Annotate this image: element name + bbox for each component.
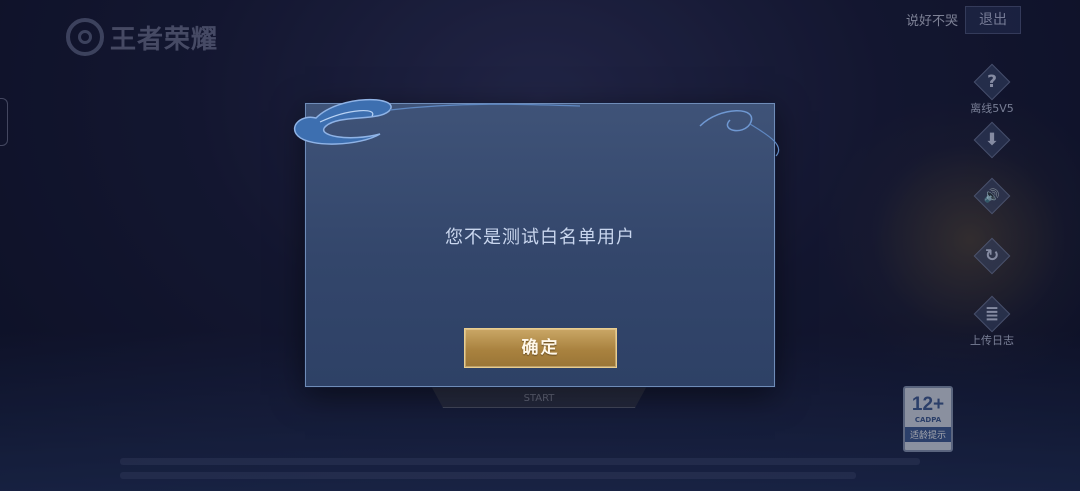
message-dialog: 您不是测试白名单用户 确定 [293, 98, 780, 387]
cloud-ornament-icon [293, 98, 780, 157]
dialog-message: 您不是测试白名单用户 [445, 227, 635, 248]
confirm-button[interactable]: 确定 [464, 328, 617, 368]
